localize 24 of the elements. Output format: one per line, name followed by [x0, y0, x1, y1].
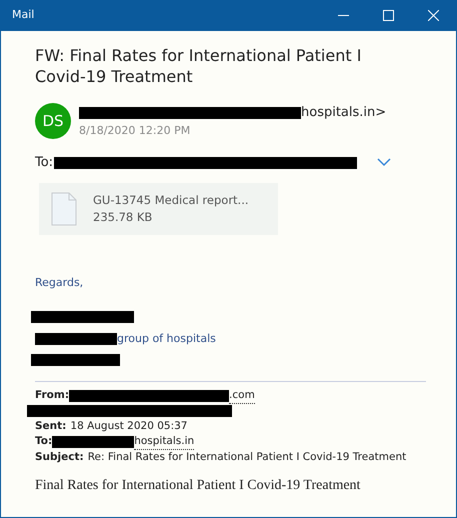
- document-icon: [51, 192, 77, 226]
- avatar: DS: [35, 103, 71, 139]
- organization-name: group of hospitals: [117, 330, 216, 346]
- sent-value: 18 August 2020 05:37: [70, 418, 188, 434]
- greeting-text: Regards,: [35, 274, 84, 290]
- subject-label: Subject:: [35, 450, 84, 464]
- sent-date: 8/18/2020 12:20 PM: [79, 122, 192, 138]
- attachment-card[interactable]: GU-13745 Medical report... 235.78 KB: [39, 182, 278, 234]
- subject-value: Re: Final Rates for International Patient I Covid-19 Treatment: [88, 450, 406, 464]
- body-text: Final Rates for International Patient I Covid-19 Treatment: [35, 476, 362, 494]
- sent-label: Sent:: [35, 418, 66, 434]
- sender-address: hospitals.in>: [301, 104, 386, 122]
- to-label: To:: [35, 434, 52, 449]
- window-title: Mail: [11, 7, 36, 24]
- from-label: From:: [35, 388, 70, 403]
- to-label: To:: [35, 154, 54, 172]
- email-subject: FW: Final Rates for International Patient I Covid-19 Treatment: [35, 45, 362, 87]
- close-icon: [428, 10, 439, 21]
- from-value: .com: [229, 388, 255, 404]
- to-value: hospitals.in: [134, 434, 194, 450]
- attachment-size: 235.78 KB: [93, 208, 154, 226]
- attachment-name: GU-13745 Medical report...: [93, 192, 249, 208]
- maximize-icon: [383, 10, 394, 21]
- expand-chevron-icon: [377, 158, 392, 168]
